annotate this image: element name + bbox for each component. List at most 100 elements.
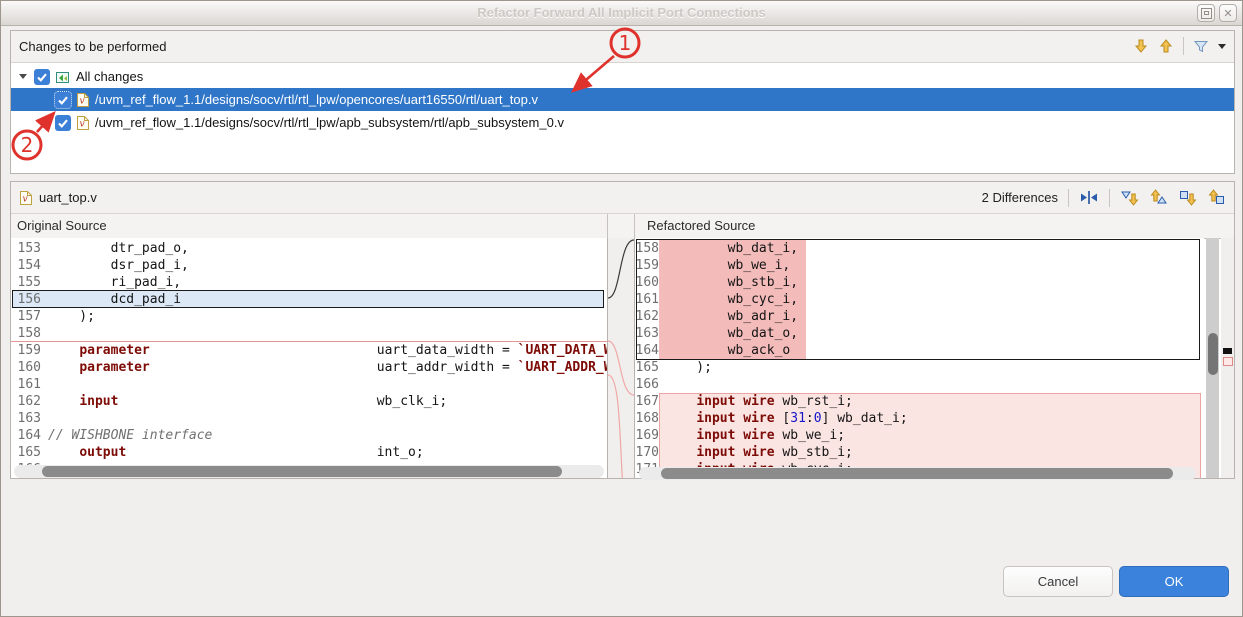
refactored-source-pane[interactable]: 158 wb_dat_i,159 wb_we_i,160 wb_stb_i,16… — [635, 238, 1204, 478]
scrollbar-thumb[interactable] — [42, 466, 562, 477]
all-changes-checkbox[interactable] — [34, 69, 50, 85]
mirror-icon[interactable] — [1079, 190, 1099, 205]
line-number: 160 — [11, 359, 48, 376]
tree-item-label: All changes — [76, 69, 143, 84]
code-line: 163 wb_dat_o, — [635, 325, 798, 342]
ok-button[interactable]: OK — [1119, 566, 1229, 597]
change-marker[interactable] — [1223, 357, 1233, 366]
code-line: 168 input wire [31:0] wb_dat_i; — [635, 410, 908, 427]
code-line: 164// WISHBONE interface — [11, 427, 212, 444]
compare-viewer: 153 dtr_pad_o,154 dsr_pad_i,155 ri_pad_i… — [11, 238, 1234, 478]
cancel-button[interactable]: Cancel — [1003, 566, 1113, 597]
code-line: 159 parameter uart_data_width = `UART_DA… — [11, 342, 607, 359]
window-controls: ✕ — [1197, 4, 1237, 22]
line-number: 154 — [11, 257, 48, 274]
code-line: 155 ri_pad_i, — [11, 274, 181, 291]
overview-ruler[interactable] — [1221, 238, 1234, 478]
line-number: 165 — [635, 359, 665, 376]
verilog-file-icon: v — [76, 115, 90, 131]
close-button[interactable]: ✕ — [1219, 4, 1237, 22]
line-number: 158 — [635, 240, 665, 257]
code-text: input wire [31:0] wb_dat_i; — [665, 410, 908, 427]
filter-icon[interactable] — [1193, 39, 1209, 54]
next-difference-icon[interactable] — [1120, 189, 1139, 206]
line-number: 164 — [635, 342, 665, 359]
code-text: wb_adr_i, — [665, 308, 798, 325]
dropdown-caret-icon — [1218, 44, 1226, 49]
code-text: wb_dat_o, — [665, 325, 798, 342]
line-number: 155 — [11, 274, 48, 291]
line-number: 153 — [11, 240, 48, 257]
next-change-icon[interactable] — [1178, 189, 1197, 206]
changes-header-label: Changes to be performed — [19, 39, 166, 54]
move-down-icon[interactable] — [1133, 38, 1149, 54]
tree-item-label: /uvm_ref_flow_1.1/designs/socv/rtl/rtl_l… — [95, 92, 538, 107]
code-text: ); — [665, 359, 712, 376]
tree-item-label: /uvm_ref_flow_1.1/designs/socv/rtl/rtl_l… — [95, 115, 564, 130]
apb-subsystem-checkbox[interactable] — [55, 115, 71, 131]
diff-marker[interactable] — [1223, 348, 1232, 354]
line-number: 157 — [11, 308, 48, 325]
line-number: 161 — [635, 291, 665, 308]
refactor-dialog: Refactor Forward All Implicit Port Conne… — [0, 0, 1243, 617]
code-line: 164 wb_ack_o — [635, 342, 790, 359]
code-line: 158 — [11, 325, 48, 342]
code-text: wb_dat_i, — [665, 240, 798, 257]
code-line: 153 dtr_pad_o, — [11, 240, 189, 257]
code-line: 158 wb_dat_i, — [635, 240, 798, 257]
pane-headers: Original Source Refactored Source — [11, 214, 1234, 239]
close-icon: ✕ — [1223, 7, 1232, 20]
move-up-icon[interactable] — [1158, 38, 1174, 54]
line-number: 162 — [635, 308, 665, 325]
code-line: 162 wb_adr_i, — [635, 308, 798, 325]
code-line: 156 dcd_pad_i — [11, 291, 181, 308]
maximize-button[interactable] — [1197, 4, 1215, 22]
code-text: dtr_pad_o, — [48, 240, 189, 257]
changes-panel-header: Changes to be performed — [11, 31, 1234, 63]
code-text: // WISHBONE interface — [48, 427, 212, 444]
vertical-scrollbar[interactable] — [1206, 238, 1219, 478]
code-text: wb_cyc_i, — [665, 291, 798, 308]
code-line: 165 ); — [635, 359, 712, 376]
code-text: wb_ack_o — [665, 342, 790, 359]
line-number: 158 — [11, 325, 48, 342]
line-number: 159 — [635, 257, 665, 274]
composite-change-icon — [55, 69, 71, 85]
code-line: 154 dsr_pad_i, — [11, 257, 189, 274]
original-horizontal-scrollbar[interactable] — [14, 465, 604, 478]
line-number: 163 — [11, 410, 48, 427]
filter-menu-button[interactable] — [1218, 44, 1226, 49]
changes-panel: Changes to be performed — [10, 30, 1235, 174]
titlebar: Refactor Forward All Implicit Port Conne… — [1, 1, 1242, 26]
code-line: 161 wb_cyc_i, — [635, 291, 798, 308]
code-line: 163 — [11, 410, 48, 427]
tree-item-apb-subsystem[interactable]: v /uvm_ref_flow_1.1/designs/socv/rtl/rtl… — [11, 111, 1234, 134]
verilog-file-icon: v — [76, 92, 90, 108]
original-source-title: Original Source — [17, 218, 107, 233]
code-line: 160 parameter uart_addr_width = `UART_AD… — [11, 359, 607, 376]
scrollbar-thumb[interactable] — [661, 468, 1173, 479]
refactored-source-title: Refactored Source — [647, 218, 755, 233]
code-text: input wire wb_we_i; — [665, 427, 845, 444]
scrollbar-thumb[interactable] — [1208, 333, 1218, 375]
line-number: 160 — [635, 274, 665, 291]
previous-difference-icon[interactable] — [1149, 189, 1168, 206]
tree-item-uart-top[interactable]: v /uvm_ref_flow_1.1/designs/socv/rtl/rtl… — [11, 88, 1234, 111]
expander-icon[interactable] — [19, 74, 27, 79]
previous-change-icon[interactable] — [1207, 189, 1226, 206]
code-text: output int_o; — [48, 444, 424, 461]
line-number: 169 — [635, 427, 665, 444]
refactored-horizontal-scrollbar[interactable] — [639, 467, 1196, 480]
diff-file-name: uart_top.v — [39, 190, 97, 205]
uart-top-checkbox[interactable] — [55, 92, 71, 108]
tree-item-all-changes[interactable]: All changes — [11, 65, 1234, 88]
toolbar-separator — [1068, 189, 1069, 207]
code-text: parameter uart_data_width = `UART_DATA_W… — [48, 342, 607, 359]
maximize-icon — [1201, 8, 1212, 19]
toolbar-separator — [1183, 37, 1184, 55]
code-line: 157 ); — [11, 308, 95, 325]
line-number: 159 — [11, 342, 48, 359]
original-source-pane[interactable]: 153 dtr_pad_o,154 dsr_pad_i,155 ri_pad_i… — [11, 238, 607, 478]
line-number: 162 — [11, 393, 48, 410]
code-text: ); — [48, 308, 95, 325]
